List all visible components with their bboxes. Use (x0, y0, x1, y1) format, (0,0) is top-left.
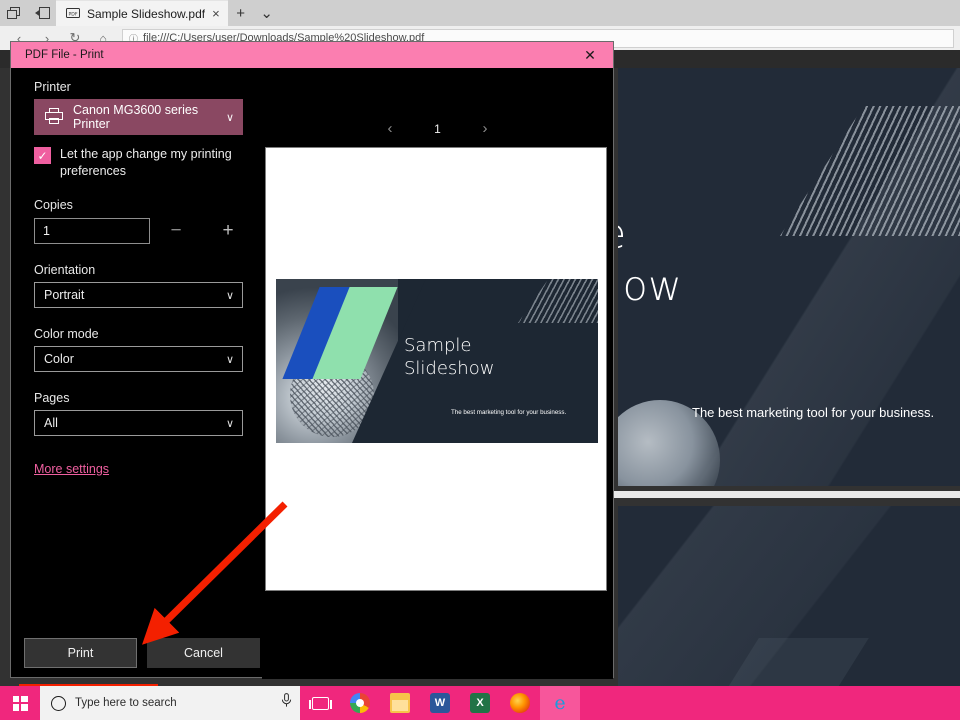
svg-text:PDF: PDF (69, 11, 78, 17)
background-slide-title-line1: mple (618, 208, 942, 260)
app-preferences-checkbox-row[interactable]: ✓ Let the app change my printing prefere… (34, 146, 243, 179)
checkbox-checked-icon[interactable]: ✓ (34, 147, 51, 164)
file-explorer-icon[interactable] (380, 686, 420, 720)
background-slide-1: mple deshow The best marketing tool for … (618, 68, 960, 486)
printer-icon (45, 107, 63, 127)
browser-tab-strip: PDF Sample Slideshow.pdf × + ⌄ (0, 0, 960, 26)
dialog-footer: Print Cancel (11, 627, 262, 679)
more-settings-link[interactable]: More settings (34, 462, 109, 476)
new-tab-button[interactable]: + (228, 0, 254, 26)
color-mode-label: Color mode (34, 327, 99, 341)
dialog-body: Printer Canon MG3600 series Printer ∨ ✓ … (11, 68, 613, 679)
color-mode-select[interactable]: Color ∨ (34, 346, 243, 372)
screen: PDF Sample Slideshow.pdf × + ⌄ ‹ › ↻ ⌂ ⓘ… (0, 0, 960, 720)
browser-tab[interactable]: PDF Sample Slideshow.pdf × (56, 0, 228, 26)
tab-close-icon[interactable]: × (212, 6, 220, 21)
copies-increment-button[interactable]: + (202, 218, 254, 244)
preview-sheet: Sample Slideshow The best marketing tool… (265, 147, 607, 591)
edge-icon[interactable]: e (540, 686, 580, 720)
copies-decrement-button[interactable]: − (150, 218, 202, 244)
restore-tabs-icon[interactable] (28, 0, 56, 26)
copies-row: 1 − + (34, 218, 262, 244)
pages-label: Pages (34, 391, 70, 405)
printer-select[interactable]: Canon MG3600 series Printer ∨ (34, 99, 243, 135)
print-button[interactable]: Print (24, 638, 137, 668)
excel-icon[interactable]: X (460, 686, 500, 720)
windows-start-icon[interactable] (0, 686, 40, 720)
preview-slide-thumbnail: Sample Slideshow The best marketing tool… (276, 279, 598, 443)
background-slide-title: mple deshow (618, 208, 942, 313)
orientation-select[interactable]: Portrait ∨ (34, 282, 243, 308)
search-placeholder: Type here to search (75, 697, 177, 709)
color-mode-value: Color (44, 352, 74, 366)
slide-separator (614, 486, 960, 506)
thumb-title-line1: Sample (404, 335, 472, 356)
orientation-label: Orientation (34, 263, 96, 277)
chevron-down-icon: ∨ (225, 111, 234, 124)
print-dialog: PDF File - Print ✕ Printer Canon MG3600 … (10, 41, 614, 720)
pdf-file-icon: PDF (66, 6, 80, 22)
print-preview-pane: ‹ 1 › Sample Slideshow The best marketin… (262, 68, 613, 679)
background-slide-title-line2: deshow (618, 262, 683, 311)
chevron-down-icon: ∨ (225, 289, 234, 302)
microphone-icon[interactable] (281, 693, 292, 713)
pages-select[interactable]: All ∨ (34, 410, 243, 436)
printer-name: Canon MG3600 series Printer (73, 103, 199, 131)
pages-value: All (44, 416, 58, 430)
word-icon[interactable]: W (420, 686, 460, 720)
chevron-down-icon: ∨ (225, 353, 234, 366)
dialog-title-bar: PDF File - Print ✕ (11, 42, 613, 68)
cancel-button[interactable]: Cancel (147, 638, 260, 668)
print-settings-pane: Printer Canon MG3600 series Printer ∨ ✓ … (11, 68, 262, 679)
copies-label: Copies (34, 198, 73, 212)
previous-page-icon[interactable]: ‹ (388, 120, 393, 137)
thumb-subtitle: The best marketing tool for your busines… (451, 409, 567, 416)
next-page-icon[interactable]: › (483, 120, 488, 137)
printer-label: Printer (34, 80, 71, 94)
chevron-down-icon[interactable]: ⌄ (254, 0, 280, 26)
set-aside-tabs-icon[interactable] (0, 0, 28, 26)
browser-tab-title: Sample Slideshow.pdf (87, 6, 206, 21)
app-preferences-label: Let the app change my printing preferenc… (60, 147, 232, 178)
windows-taskbar: Type here to search W X e (0, 686, 960, 720)
cortana-circle-icon (51, 695, 66, 711)
firefox-icon[interactable] (500, 686, 540, 720)
background-slide-subtitle: The best marketing tool for your busines… (692, 405, 935, 420)
orientation-value: Portrait (44, 288, 85, 302)
close-icon[interactable]: ✕ (573, 42, 607, 68)
chrome-icon[interactable] (340, 686, 380, 720)
chevron-down-icon: ∨ (225, 417, 234, 430)
copies-input[interactable]: 1 (34, 218, 150, 244)
dialog-title: PDF File - Print (25, 49, 104, 61)
search-input[interactable]: Type here to search (40, 686, 300, 720)
preview-pager: ‹ 1 › (262, 120, 613, 137)
thumb-title-line2: Slideshow (404, 357, 495, 379)
page-number: 1 (434, 121, 441, 136)
task-view-icon[interactable] (300, 686, 340, 720)
thumb-title: Sample Slideshow (404, 335, 494, 380)
